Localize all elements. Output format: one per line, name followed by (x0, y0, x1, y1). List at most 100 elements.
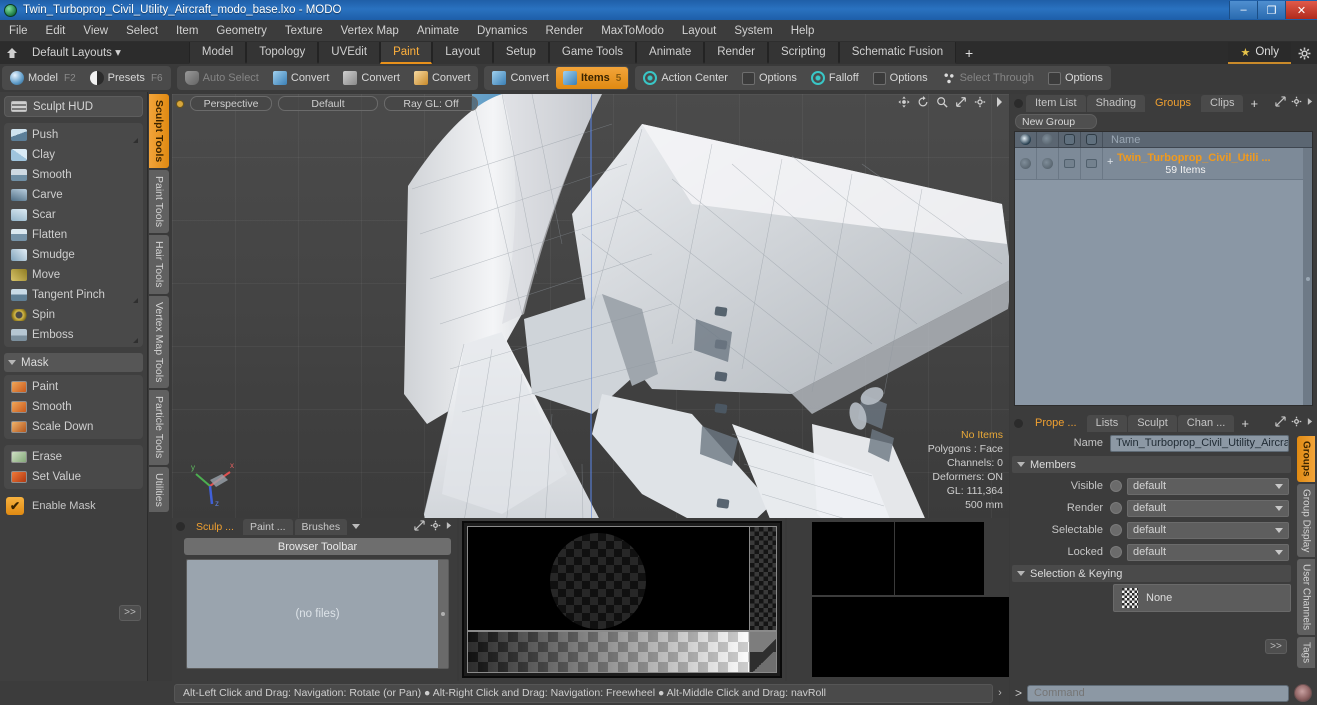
expand-more-button[interactable]: >> (119, 605, 141, 621)
menu-item-geometry[interactable]: Geometry (207, 20, 276, 42)
layout-tab-uvedit[interactable]: UVEdit (318, 42, 381, 64)
only-toggle[interactable]: ★ Only (1228, 42, 1291, 64)
submenu-corner-icon[interactable] (133, 338, 138, 343)
add-layout-button[interactable]: + (956, 42, 982, 64)
vtab-particle-tools[interactable]: Particle Tools (149, 390, 169, 465)
right-tab-clips[interactable]: Clips (1201, 94, 1244, 112)
status-expand-arrow[interactable]: › (993, 687, 1007, 699)
fit-view-icon[interactable] (955, 96, 967, 111)
browser-tab-sculp-[interactable]: Sculp ... (189, 518, 241, 535)
vtab-hair-tools[interactable]: Hair Tools (149, 235, 169, 294)
home-icon[interactable] (0, 42, 24, 64)
lock-icon[interactable] (1081, 132, 1103, 147)
viewport-gear-icon[interactable] (974, 96, 986, 111)
preview-color-swatch[interactable] (749, 631, 777, 673)
vtab-paint-tools[interactable]: Paint Tools (149, 170, 169, 234)
layout-tab-layout[interactable]: Layout (432, 42, 493, 64)
browser-toolbar[interactable]: Browser Toolbar (184, 538, 451, 555)
menu-item-help[interactable]: Help (782, 20, 824, 42)
property-knob-icon[interactable] (1110, 480, 1122, 492)
tool-item-smooth[interactable]: Smooth (6, 397, 141, 417)
preview-gradient-strip[interactable] (467, 631, 752, 673)
menu-item-maxtomodo[interactable]: MaxToModo (592, 20, 673, 42)
groups-list[interactable]: Name Twin_Turboprop_Civil_Utili ... 59 I… (1014, 131, 1313, 406)
name-field[interactable]: Twin_Turboprop_Civil_Utility_Aircra (1110, 434, 1289, 452)
toolbar-button-items[interactable]: Items 5 (556, 67, 629, 89)
tool-item-push[interactable]: Push (6, 125, 141, 145)
viewport-menu-dot-icon[interactable] (176, 99, 184, 108)
3d-viewport[interactable]: Perspective Default Ray GL: Off No Items… (172, 94, 1009, 518)
properties-tab-chan-[interactable]: Chan ... (1177, 414, 1235, 432)
tool-item-tangent-pinch[interactable]: Tangent Pinch (6, 285, 141, 305)
expand-icon[interactable] (1275, 416, 1286, 430)
toolbar-button-convert[interactable]: Convert (485, 67, 556, 89)
toolbar-button-convert[interactable]: Convert (266, 67, 337, 89)
vtab-right-group-display[interactable]: Group Display (1297, 483, 1315, 557)
menu-item-edit[interactable]: Edit (37, 20, 75, 42)
eye-icon[interactable] (1015, 132, 1037, 147)
gear-icon[interactable] (1291, 416, 1302, 430)
add-tab-button[interactable]: + (1244, 95, 1264, 112)
tool-item-scar[interactable]: Scar (6, 205, 141, 225)
tool-item-clay[interactable]: Clay (6, 145, 141, 165)
selection-keying-section-header[interactable]: Selection & Keying (1012, 565, 1291, 582)
layout-tab-model[interactable]: Model (188, 42, 247, 64)
vtab-utilities[interactable]: Utilities (149, 466, 169, 513)
menu-item-select[interactable]: Select (117, 20, 167, 42)
viewport-view-mode[interactable]: Perspective (190, 96, 272, 111)
menu-item-vertex-map[interactable]: Vertex Map (332, 20, 408, 42)
menu-item-animate[interactable]: Animate (408, 20, 468, 42)
property-dropdown-render[interactable]: default (1127, 499, 1289, 517)
mask-section-header[interactable]: Mask (4, 353, 143, 372)
tool-item-emboss[interactable]: Emboss (6, 325, 141, 345)
tool-item-scale-down[interactable]: Scale Down (6, 417, 141, 437)
viewport-raygl-toggle[interactable]: Ray GL: Off (384, 96, 478, 111)
toolbar-button-select-through[interactable]: Select Through (935, 67, 1041, 89)
toolbar-button-convert[interactable]: Convert (336, 67, 407, 89)
zoom-icon[interactable] (936, 96, 948, 111)
menu-item-render[interactable]: Render (536, 20, 592, 42)
properties-expand-button[interactable]: >> (1265, 639, 1287, 654)
members-section-header[interactable]: Members (1012, 456, 1291, 473)
layout-tab-render[interactable]: Render (704, 42, 768, 64)
toolbar-button-model[interactable]: Model F2 (3, 67, 83, 89)
toolbar-button-options[interactable]: Options (866, 67, 935, 89)
preview-canvas[interactable] (462, 521, 782, 678)
layout-tab-topology[interactable]: Topology (246, 42, 319, 64)
checkmark-icon[interactable]: ✔ (6, 497, 24, 515)
right-tab-groups[interactable]: Groups (1145, 94, 1201, 112)
table-row[interactable]: Twin_Turboprop_Civil_Utili ... 59 Items (1015, 148, 1312, 180)
menu-item-layout[interactable]: Layout (673, 20, 726, 42)
rotate-icon[interactable] (917, 96, 929, 111)
layout-tab-setup[interactable]: Setup (492, 42, 549, 64)
preview-vertical-strip[interactable] (749, 526, 777, 631)
panel-corner-icon[interactable] (1014, 418, 1023, 428)
menu-item-view[interactable]: View (74, 20, 117, 42)
tool-item-smooth[interactable]: Smooth (6, 165, 141, 185)
gear-icon[interactable] (430, 520, 441, 534)
add-properties-tab-button[interactable]: + (1235, 415, 1255, 432)
layout-tab-game-tools[interactable]: Game Tools (548, 42, 637, 64)
command-history-button[interactable] (1294, 684, 1312, 702)
tool-item-set-value[interactable]: Set Value (6, 467, 141, 487)
property-knob-icon[interactable] (1110, 546, 1122, 558)
menu-item-texture[interactable]: Texture (276, 20, 332, 42)
tool-item-carve[interactable]: Carve (6, 185, 141, 205)
gear-icon[interactable] (1291, 42, 1317, 64)
right-tab-item-list[interactable]: Item List (1026, 94, 1086, 112)
more-arrow-icon[interactable] (1307, 417, 1313, 429)
properties-tab-sculpt[interactable]: Sculpt (1128, 414, 1177, 432)
row-visibility-toggle[interactable] (1015, 148, 1037, 179)
panel-corner-icon[interactable] (176, 522, 185, 531)
layout-tab-schematic-fusion[interactable]: Schematic Fusion (838, 42, 957, 64)
browser-tab-paint-[interactable]: Paint ... (242, 518, 293, 535)
vtab-vertex-map-tools[interactable]: Vertex Map Tools (149, 295, 169, 389)
menu-item-file[interactable]: File (0, 20, 37, 42)
enable-mask-row[interactable]: ✔ Enable Mask (4, 495, 143, 517)
layout-tab-paint[interactable]: Paint (380, 42, 433, 64)
menu-item-system[interactable]: System (725, 20, 781, 42)
browser-scrollbar[interactable] (438, 560, 448, 668)
row-render-toggle[interactable] (1037, 148, 1059, 179)
layout-tab-scripting[interactable]: Scripting (767, 42, 839, 64)
property-dropdown-visible[interactable]: default (1127, 477, 1289, 495)
